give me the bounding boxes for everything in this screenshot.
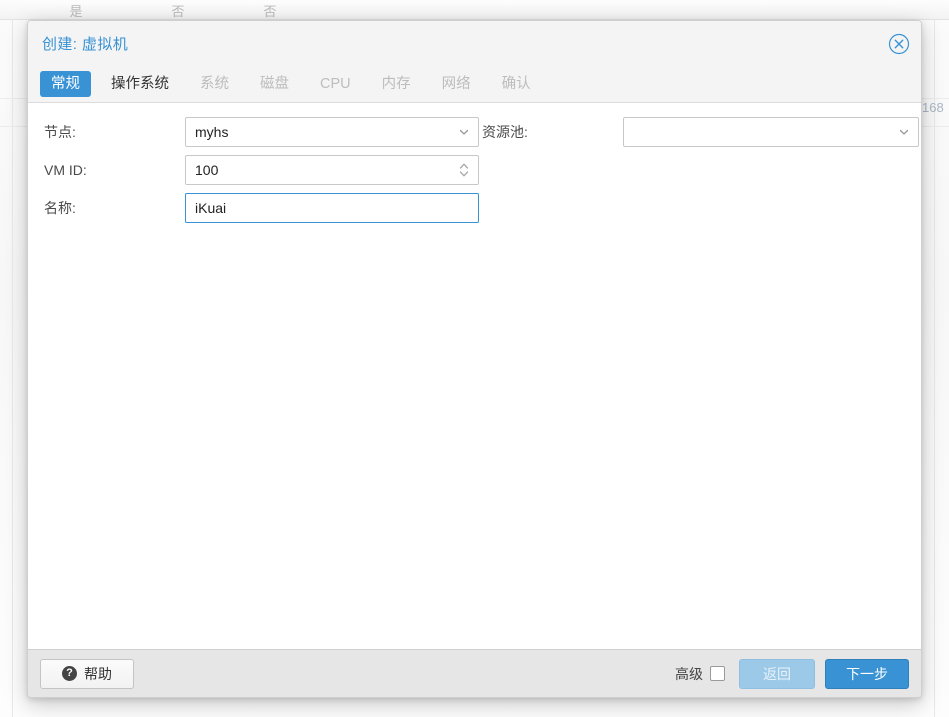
back-button: 返回 [739,658,815,689]
resource-pool-row: 资源池: [482,117,919,147]
advanced-label: 高级 [675,665,703,682]
general-form: 节点: myhs 资源池: VM ID: 100 名称: iKuai [44,117,919,223]
background-table-cell: 是 [69,4,83,19]
vmid-value: 100 [195,162,219,178]
dialog-title: 创建: 虚拟机 [42,36,129,53]
node-select[interactable]: myhs [185,117,479,147]
tab-general[interactable]: 常规 [40,71,91,97]
background-table-cell: 否 [263,4,277,19]
help-button-label: 帮助 [84,665,112,682]
tab-os[interactable]: 操作系统 [100,71,180,97]
question-mark-icon: ? [62,666,77,681]
node-select-value: myhs [195,124,229,140]
background-table-row: 是 否 否 [0,0,949,20]
tab-cpu: CPU [320,76,351,92]
advanced-toggle[interactable]: 高级 [675,664,725,684]
resource-pool-label: 资源池: [482,124,528,140]
background-divider [12,20,13,717]
tab-disks: 磁盘 [260,76,289,92]
chevron-down-icon [898,126,910,138]
tab-system: 系统 [200,76,229,92]
background-table-cell: 否 [171,4,185,19]
vmid-spinner[interactable]: 100 [185,155,479,185]
advanced-checkbox[interactable] [710,666,725,681]
name-input-value: iKuai [195,200,227,216]
close-icon[interactable] [888,33,910,55]
tab-memory: 内存 [381,76,411,92]
background-text: 168 [922,100,944,115]
wizard-tabs: 常规 操作系统 系统 磁盘 CPU 内存 网络 确认 [28,66,921,103]
create-vm-dialog: 创建: 虚拟机 常规 操作系统 系统 磁盘 CPU 内存 网络 确认 节点: m… [27,20,922,698]
dialog-body: 节点: myhs 资源池: VM ID: 100 名称: iKuai [28,103,921,649]
resource-pool-select[interactable] [623,117,919,147]
spinner-updown-icon[interactable] [458,161,470,179]
name-label: 名称: [44,200,76,216]
help-button[interactable]: ? 帮助 [40,658,134,689]
vmid-label: VM ID: [44,162,87,178]
next-button[interactable]: 下一步 [825,658,909,689]
chevron-down-icon [458,126,470,138]
name-input[interactable]: iKuai [185,193,479,223]
background-divider [934,20,935,717]
node-label: 节点: [44,124,76,140]
tab-confirm: 确认 [501,76,531,92]
tab-network: 网络 [441,76,471,92]
dialog-header: 创建: 虚拟机 [28,21,921,66]
dialog-footer: ? 帮助 高级 返回 下一步 [28,649,921,697]
